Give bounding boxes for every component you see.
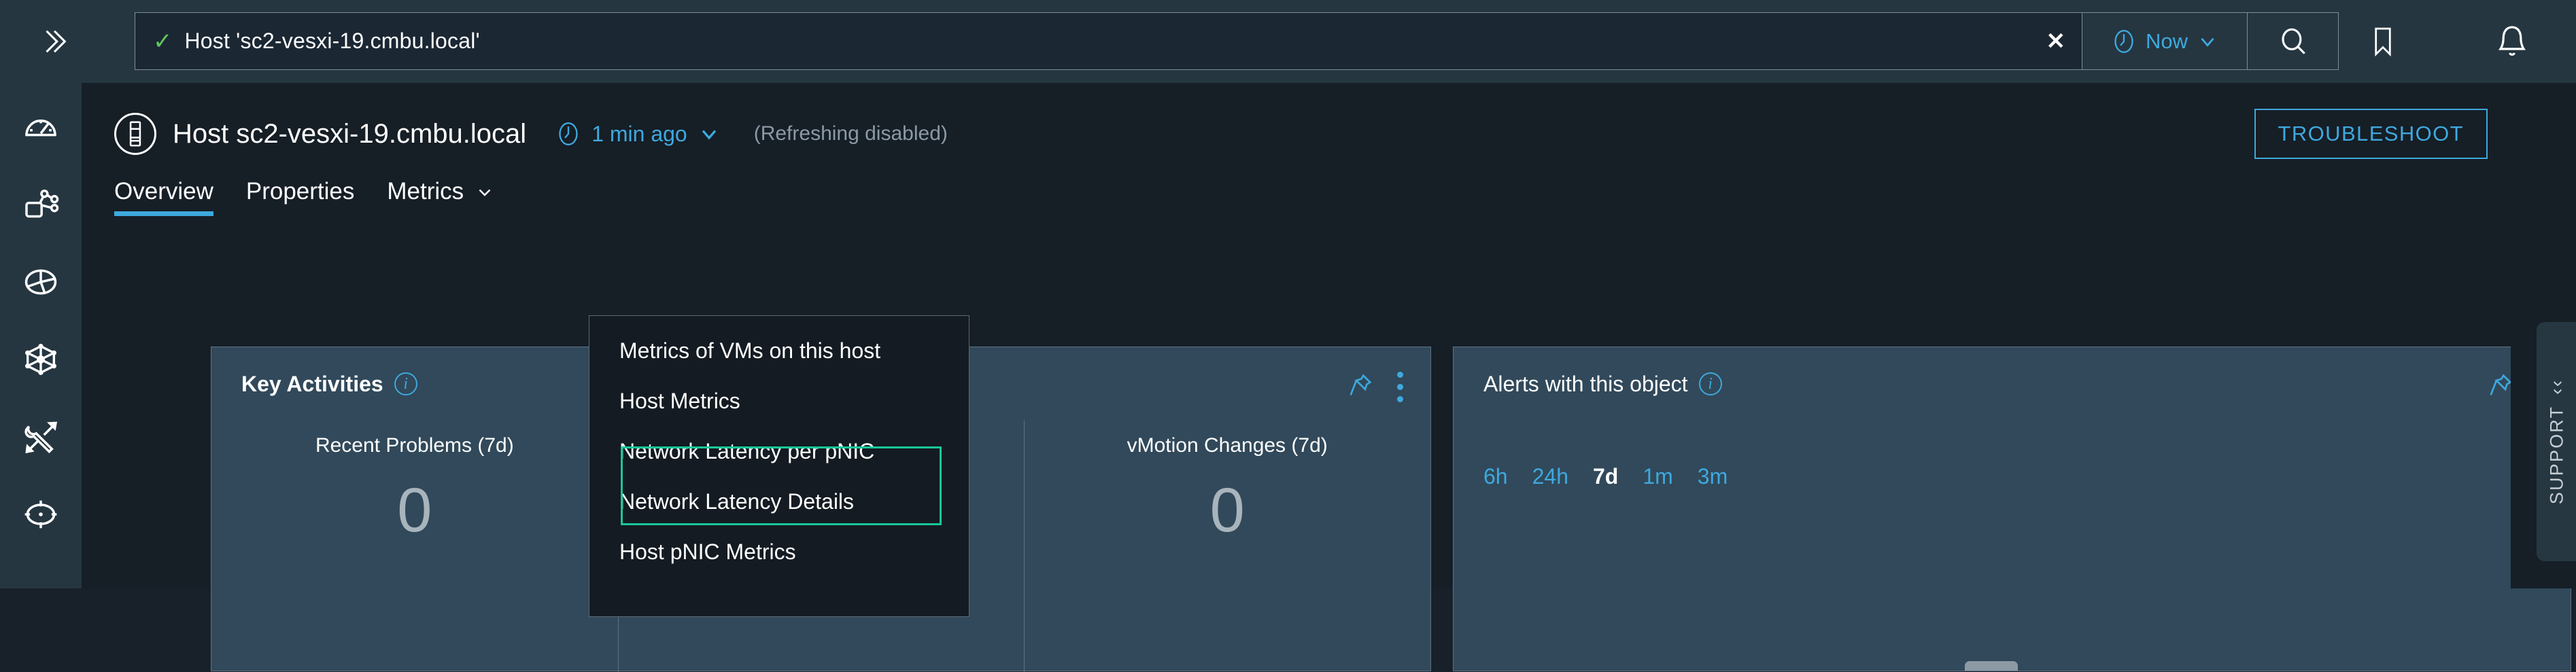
sidebar-item-dashboard[interactable] [12,105,69,149]
last-refresh-label: 1 min ago [591,121,687,146]
crosshair-target-icon [24,500,57,529]
host-server-icon [114,113,156,155]
clock-icon [559,122,578,145]
pin-icon[interactable] [2487,372,2514,402]
chevron-down-icon [702,130,716,140]
top-bar: ✓ Host 'sc2-vesxi-19.cmbu.local' ✕ Now [0,0,2576,83]
last-refresh-picker[interactable]: 1 min ago [555,120,721,147]
sidebar-item-topology[interactable] [12,337,69,382]
metric-recent-problems: Recent Problems (7d) 0 [211,421,618,672]
time-range-picker[interactable]: Now [2082,12,2248,70]
support-label: SUPPORT [2545,405,2566,505]
search-button[interactable] [2248,12,2339,70]
nav-expand-button[interactable] [0,0,109,83]
check-icon: ✓ [153,28,173,54]
pin-icon[interactable] [1347,372,1374,402]
bell-icon [2498,25,2526,56]
metrics-dropdown-menu: Metrics of VMs on this host Host Metrics… [589,315,969,617]
search-input-value: Host 'sc2-vesxi-19.cmbu.local' [184,29,480,53]
range-24h[interactable]: 24h [1532,464,1568,489]
clock-icon [2114,29,2133,53]
alerts-header: Alerts with this object i [1454,347,2571,421]
refresh-status-text: (Refreshing disabled) [753,122,948,145]
metric-vmotion-changes: vMotion Changes (7d) 0 [1024,421,1430,672]
sidebar-item-optimize[interactable] [12,492,69,537]
support-tab[interactable]: SUPPORT ‹‹ [2537,322,2576,561]
more-dot [1397,384,1403,390]
key-activities-more-menu[interactable] [1394,369,1406,405]
menu-item-network-latency-details[interactable]: Network Latency Details [589,476,969,527]
metric-label: Recent Problems (7d) [315,434,514,457]
chevron-down-icon [2201,37,2214,47]
clear-search-button[interactable]: ✕ [2046,30,2066,53]
sidebar-item-capacity[interactable] [12,260,69,304]
metric-value: 0 [1209,476,1245,545]
bookmark-icon [2375,27,2391,56]
alerts-card: Alerts with this object i 6h 24h 7d 1m 3… [1453,347,2571,671]
double-chevron-right-icon [46,30,67,53]
tab-properties-label: Properties [245,178,355,205]
support-tab-inner: SUPPORT ‹‹ [2545,379,2567,505]
key-activities-title: Key Activities [241,371,383,396]
range-7d[interactable]: 7d [1593,464,1618,489]
tab-overview[interactable]: Overview [114,178,213,216]
alerts-title: Alerts with this object [1483,371,1688,396]
more-dot [1397,372,1403,378]
tab-properties[interactable]: Properties [246,178,355,216]
alerts-scrollbar[interactable] [1965,661,2018,671]
info-icon[interactable]: i [1698,372,1722,395]
pie-chart-icon [24,269,57,295]
network-branch-icon [25,189,59,218]
sidebar-item-troubleshoot[interactable] [12,414,69,459]
menu-item-host-pnic-metrics[interactable]: Host pNIC Metrics [589,527,969,577]
time-range-label: Now [2145,29,2188,53]
range-1m[interactable]: 1m [1643,464,1672,489]
server-glyph-icon [129,121,141,147]
search-icon [2281,28,2305,54]
menu-item-metrics-of-vms[interactable]: Metrics of VMs on this host [589,325,969,376]
chevron-down-icon [479,189,491,196]
troubleshoot-button[interactable]: TROUBLESHOOT [2254,109,2488,159]
range-3m[interactable]: 3m [1698,464,1728,489]
gauge-icon [25,119,56,137]
object-tabs: Overview Properties Metrics [114,178,495,216]
notifications-button[interactable] [2475,12,2549,70]
metric-value: 0 [397,476,432,545]
bookmarks-button[interactable] [2346,12,2420,70]
left-sidebar [0,83,82,588]
key-activities-actions [1347,369,1406,405]
tab-overview-label: Overview [114,178,213,205]
menu-item-host-metrics[interactable]: Host Metrics [589,376,969,426]
wrench-screwdriver-icon [24,421,58,454]
hexagon-network-icon [25,344,56,375]
range-6h[interactable]: 6h [1483,464,1508,489]
search-input[interactable]: ✓ Host 'sc2-vesxi-19.cmbu.local' ✕ [135,12,2082,70]
object-header: Host sc2-vesxi-19.cmbu.local 1 min ago (… [114,105,2576,163]
more-dot [1397,396,1403,402]
tab-metrics-label: Metrics [387,178,464,205]
metric-label: vMotion Changes (7d) [1127,434,1328,457]
tab-metrics[interactable]: Metrics [387,178,495,216]
main-content: Host sc2-vesxi-19.cmbu.local 1 min ago (… [82,83,2576,672]
alerts-time-range-filter: 6h 24h 7d 1m 3m [1483,464,1728,489]
page-title: Host sc2-vesxi-19.cmbu.local [173,118,527,149]
double-chevron-left-icon: ‹‹ [2545,378,2566,395]
sidebar-item-inventory[interactable] [12,182,69,227]
info-icon[interactable]: i [394,372,417,395]
menu-item-network-latency-per-pnic[interactable]: Network Latency per pNIC [589,426,969,476]
global-search-bar: ✓ Host 'sc2-vesxi-19.cmbu.local' ✕ Now [135,12,2339,70]
